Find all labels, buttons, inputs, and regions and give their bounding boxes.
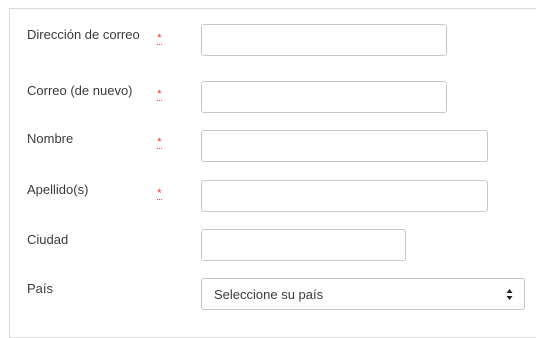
city-field[interactable] [201, 229, 406, 261]
required-icon: * [157, 31, 162, 45]
lastname-field[interactable] [201, 180, 488, 212]
required-icon: * [157, 87, 162, 101]
country-select-value: Seleccione su país [214, 287, 324, 302]
required-icon: * [157, 186, 162, 200]
firstname-field[interactable] [201, 130, 488, 162]
email-again-label: Correo (de nuevo) [27, 83, 133, 98]
email-again-field[interactable] [201, 81, 447, 113]
email-label: Dirección de correo [27, 27, 140, 42]
sort-arrows-icon [506, 289, 513, 300]
firstname-label: Nombre [27, 131, 74, 146]
required-icon: * [157, 135, 162, 149]
email-field[interactable] [201, 24, 447, 56]
city-label: Ciudad [27, 232, 69, 247]
country-label: País [27, 281, 54, 296]
lastname-label: Apellido(s) [27, 182, 89, 197]
signup-form: Dirección de correo * Correo (de nuevo) … [9, 8, 536, 338]
country-select[interactable]: Seleccione su país [201, 278, 525, 310]
